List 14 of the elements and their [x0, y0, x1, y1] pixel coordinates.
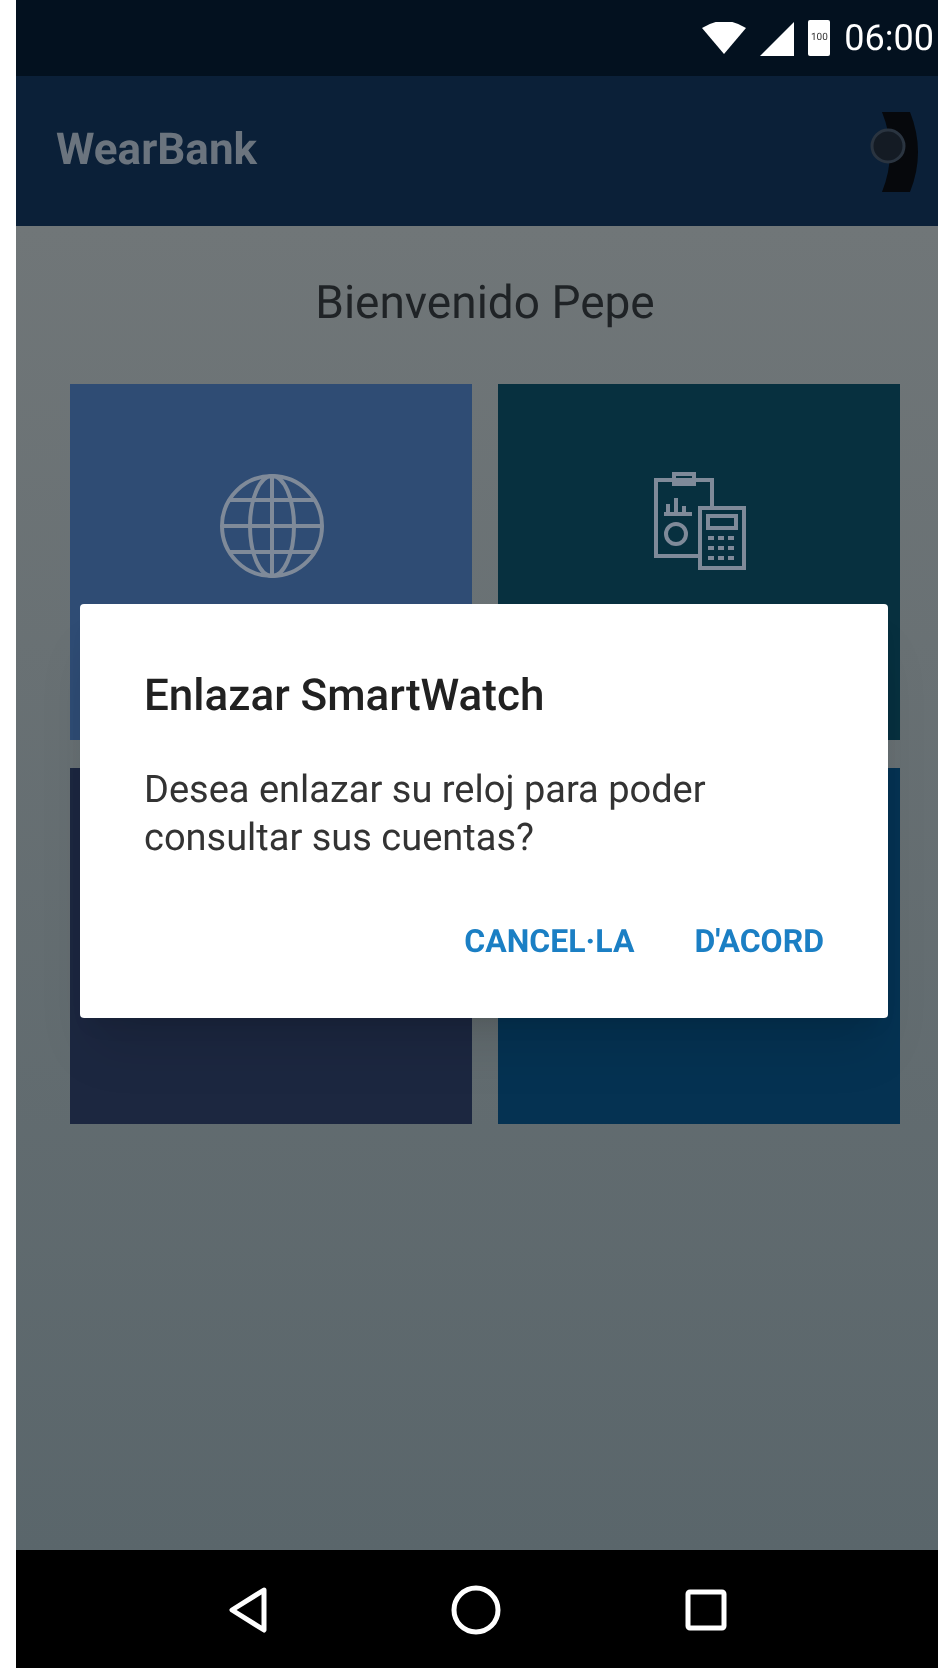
home-icon[interactable]: [449, 1583, 501, 1635]
signal-icon: [760, 21, 795, 55]
dialog-message: Desea enlazar su reloj para poder consultar sus cuentas?: [144, 766, 708, 862]
dialog-button[interactable]: CANCEL·LA: [464, 918, 635, 966]
welcome-text: Bienvenido Pepe: [313, 274, 657, 334]
app-title: WearBank: [56, 124, 258, 180]
report-calculator-icon: [651, 471, 747, 571]
dialog-title: Enlazar SmartWatch: [144, 670, 547, 726]
globe-icon: [217, 471, 325, 579]
recents-icon[interactable]: [683, 1587, 727, 1631]
dialog-button[interactable]: D'ACORD: [694, 918, 824, 966]
wifi-icon: [702, 22, 747, 54]
back-icon[interactable]: [227, 1585, 267, 1633]
clock-text: 06:00: [844, 15, 934, 63]
